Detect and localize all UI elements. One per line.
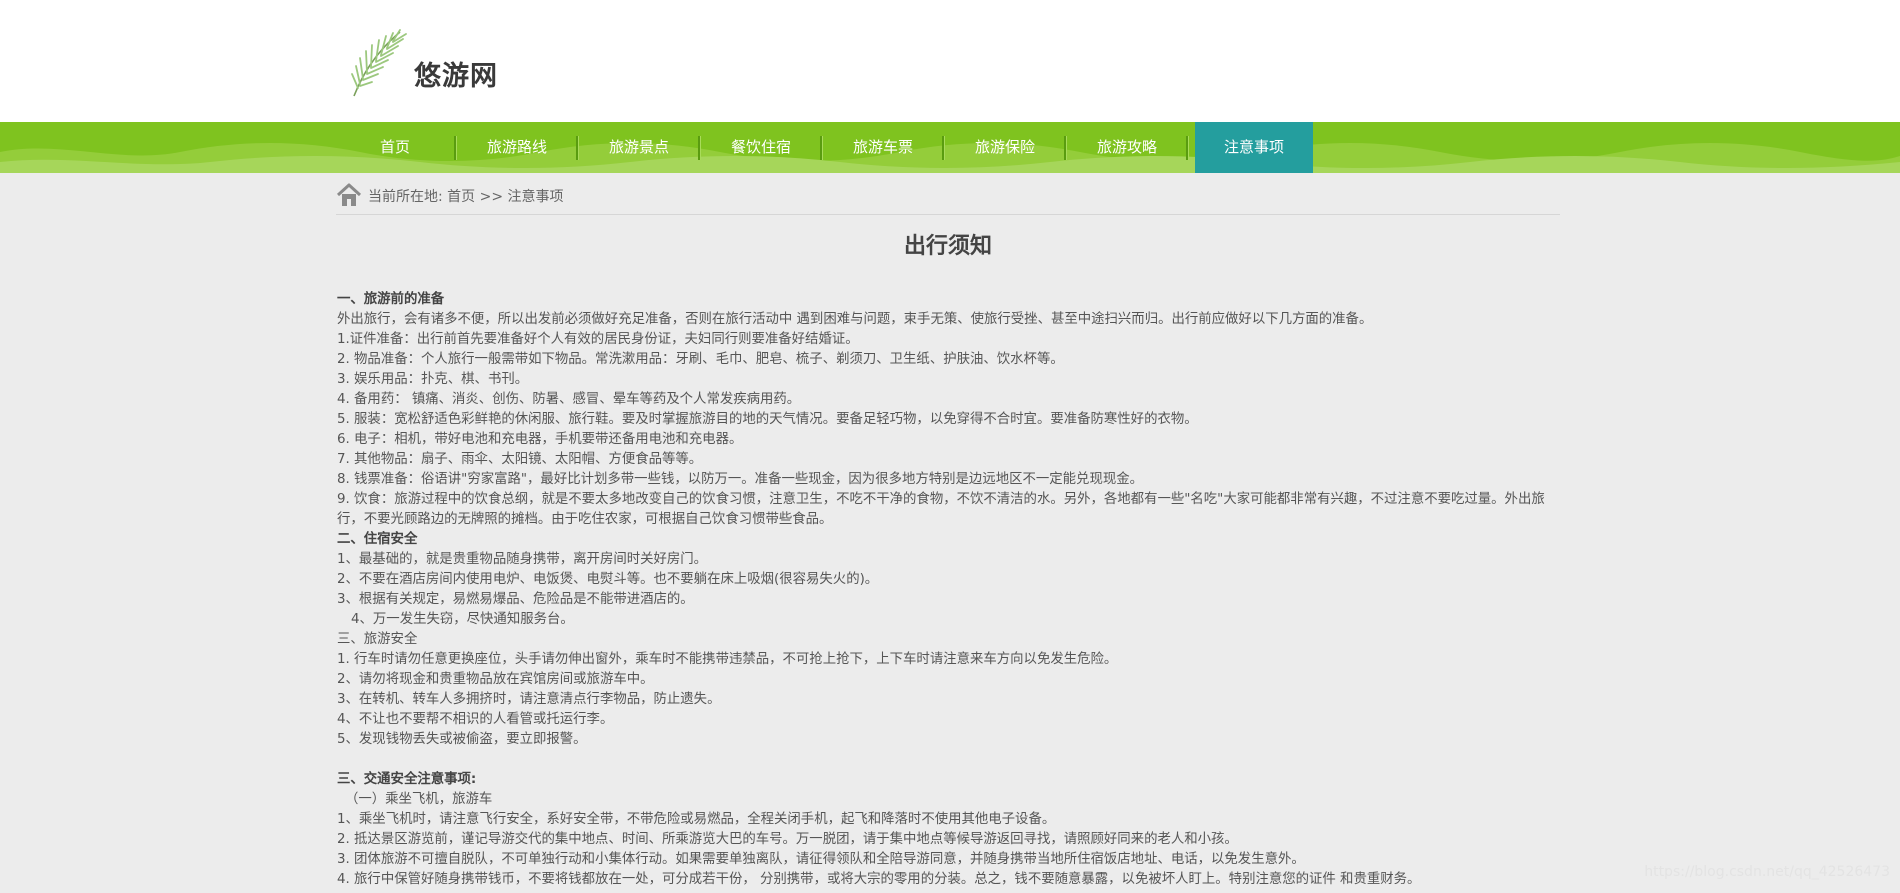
watermark: https://blog.csdn.net/qq_42526473 bbox=[1644, 864, 1890, 880]
section-heading: 一、旅游前的准备 bbox=[337, 292, 445, 307]
list-item: 1.证件准备：出行前首先要准备好个人有效的居民身份证，夫妇同行则要准备好结婚证。 bbox=[337, 332, 859, 347]
list-item: 3. 团体旅游不可擅自脱队，不可单独行动和小集体行动。如果需要单独离队，请征得领… bbox=[337, 852, 1305, 867]
main-nav: 首页 旅游路线 旅游景点 餐饮住宿 旅游车票 旅游保险 旅游攻略 注意事项 bbox=[0, 122, 1900, 173]
home-icon bbox=[336, 183, 362, 206]
list-item: 2、请勿将现金和贵重物品放在宾馆房间或旅游车中。 bbox=[337, 672, 654, 687]
breadcrumb: 当前所在地: 首页 >> 注意事项 bbox=[336, 178, 1560, 215]
nav-item-guides[interactable]: 旅游攻略 bbox=[1067, 122, 1187, 173]
list-item: 1. 行车时请勿任意更换座位，头手请勿伸出窗外，乘车时不能携带违禁品，不可抢上抢… bbox=[337, 652, 1118, 667]
site-header: 悠游网 bbox=[0, 0, 1900, 122]
section-heading: 二、住宿安全 bbox=[337, 532, 418, 547]
breadcrumb-label: 当前所在地: bbox=[368, 189, 443, 205]
list-item: 7. 其他物品：扇子、雨伞、太阳镜、太阳帽、方便食品等等。 bbox=[337, 452, 703, 467]
list-item: 4. 旅行中保管好随身携带钱币，不要将钱都放在一处，可分成若干份， 分别携带，或… bbox=[337, 872, 1421, 887]
nav-item-dining-lodging[interactable]: 餐饮住宿 bbox=[701, 122, 821, 173]
list-item: 1、乘坐飞机时，请注意飞行安全，系好安全带，不带危险或易燃品，全程关闭手机，起飞… bbox=[337, 812, 1056, 827]
breadcrumb-path[interactable]: 首页 >> 注意事项 bbox=[447, 189, 563, 205]
palm-leaf-icon bbox=[351, 29, 407, 97]
list-item: 2. 抵达景区游览前，谨记导游交代的集中地点、时间、所乘游览大巴的车号。万一脱团… bbox=[337, 832, 1238, 847]
nav-item-notices[interactable]: 注意事项 bbox=[1195, 122, 1313, 173]
list-item: 2. 物品准备：个人旅行一般需带如下物品。常洗漱用品：牙刷、毛巾、肥皂、梳子、剃… bbox=[337, 352, 1064, 367]
article-title: 出行须知 bbox=[903, 234, 992, 259]
paragraph: 外出旅行，会有诸多不便，所以出发前必须做好充足准备，否则在旅行活动中 遇到困难与… bbox=[337, 312, 1373, 327]
site-name: 悠游网 bbox=[414, 61, 498, 92]
list-item: 3. 娱乐用品：扑克、棋、书刊。 bbox=[337, 372, 529, 387]
nav-item-tickets[interactable]: 旅游车票 bbox=[823, 122, 943, 173]
list-item: 2、不要在酒店房间内使用电炉、电饭煲、电熨斗等。也不要躺在床上吸烟(很容易失火的… bbox=[337, 572, 879, 587]
section-heading: 三、交通安全注意事项: bbox=[337, 772, 477, 787]
list-item: 9. 饮食：旅游过程中的饮食总纲，就是不要太多地改变自己的饮食习惯，注意卫生，不… bbox=[337, 492, 1545, 527]
nav-item-home[interactable]: 首页 bbox=[335, 122, 455, 173]
list-item: 8. 钱票准备：俗语讲"穷家富路"，最好比计划多带一些钱，以防万一。准备一些现金… bbox=[337, 472, 1144, 487]
list-item: 1、最基础的，就是贵重物品随身携带，离开房间时关好房门。 bbox=[337, 552, 708, 567]
list-item: 5、发现钱物丢失或被偷盗，要立即报警。 bbox=[337, 732, 587, 747]
list-item: 4、万一发生失窃，尽快通知服务台。 bbox=[351, 612, 574, 627]
site-logo[interactable]: 悠游网 bbox=[348, 26, 518, 98]
nav-item-attractions[interactable]: 旅游景点 bbox=[579, 122, 699, 173]
nav-item-routes[interactable]: 旅游路线 bbox=[457, 122, 577, 173]
list-item: 4、不让也不要帮不相识的人看管或托运行李。 bbox=[337, 712, 614, 727]
list-item: 3、在转机、转车人多拥挤时，请注意清点行李物品，防止遗失。 bbox=[337, 692, 721, 707]
article-body: 一、旅游前的准备 外出旅行，会有诸多不便，所以出发前必须做好充足准备，否则在旅行… bbox=[337, 290, 1557, 890]
list-item: 4. 备用药： 镇痛、消炎、创伤、防暑、感冒、晕车等药及个人常发疾病用药。 bbox=[337, 392, 801, 407]
list-item: 3、根据有关规定，易燃易爆品、危险品是不能带进酒店的。 bbox=[337, 592, 694, 607]
section-heading: 三、旅游安全 bbox=[337, 632, 418, 647]
list-item: 5. 服装：宽松舒适色彩鲜艳的休闲服、旅行鞋。要及时掌握旅游目的地的天气情况。要… bbox=[337, 412, 1198, 427]
list-item: 6. 电子：相机，带好电池和充电器，手机要带还备用电池和充电器。 bbox=[337, 432, 743, 447]
nav-item-insurance[interactable]: 旅游保险 bbox=[945, 122, 1065, 173]
nav-divider bbox=[1186, 136, 1189, 160]
subsection-heading: （一）乘坐飞机，旅游车 bbox=[345, 792, 493, 807]
